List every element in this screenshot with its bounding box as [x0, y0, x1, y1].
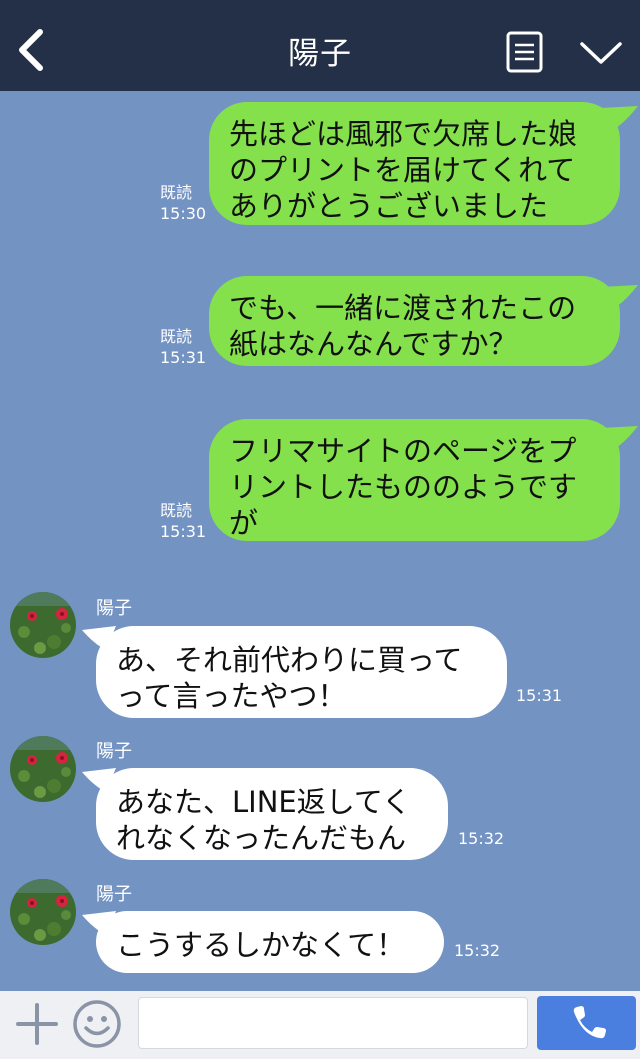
avatar[interactable] [10, 736, 76, 802]
avatar[interactable] [10, 879, 76, 945]
incoming-message[interactable]: あなた、LINE返してく れなくなったんだもん [96, 768, 448, 860]
sender-name: 陽子 [96, 598, 132, 619]
sender-name: 陽子 [96, 741, 132, 762]
message-time: 15:31 [160, 522, 207, 541]
chat-header: 陽子 [0, 0, 640, 91]
sender-name: 陽子 [96, 884, 132, 905]
outgoing-message[interactable]: 先ほどは風邪で欠席した娘 のプリントを届けてくれて ありがとうございました [209, 102, 620, 225]
message-time: 15:31 [160, 348, 207, 367]
message-time: 15:31 [516, 686, 563, 705]
flower-photo-icon [10, 592, 76, 658]
add-button[interactable] [14, 1001, 60, 1047]
message-time: 15:30 [160, 204, 207, 223]
chevron-down-icon [580, 42, 622, 64]
incoming-message[interactable]: あ、それ前代わりに買って って言ったやつ！ [96, 626, 507, 718]
read-status: 既読 15:31 [160, 326, 206, 368]
plus-icon [16, 1003, 58, 1045]
message-time: 15:32 [454, 941, 501, 960]
expand-button[interactable] [578, 36, 624, 70]
flower-photo-icon [10, 736, 76, 802]
flower-photo-icon [10, 879, 76, 945]
outgoing-message[interactable]: でも、一緒に渡されたこの 紙はなんなんですか？ [209, 276, 620, 366]
read-label: 既読 [160, 183, 193, 202]
menu-button[interactable] [505, 30, 545, 74]
read-label: 既読 [160, 501, 193, 520]
message-input-bar [0, 991, 640, 1059]
read-status: 既読 15:31 [160, 500, 206, 542]
outgoing-message[interactable]: フリマサイトのページをプ リントしたもののようです が [209, 419, 620, 541]
message-input[interactable] [138, 997, 528, 1049]
smiley-icon [73, 1000, 121, 1048]
message-time: 15:32 [458, 829, 505, 848]
read-status: 既読 15:30 [160, 182, 206, 224]
phone-icon [573, 1006, 606, 1039]
call-button[interactable] [537, 996, 636, 1050]
avatar[interactable] [10, 592, 76, 658]
emoji-button[interactable] [72, 999, 122, 1049]
document-menu-icon [506, 31, 543, 73]
incoming-message[interactable]: こうするしかなくて！ [96, 911, 444, 973]
read-label: 既読 [160, 327, 193, 346]
